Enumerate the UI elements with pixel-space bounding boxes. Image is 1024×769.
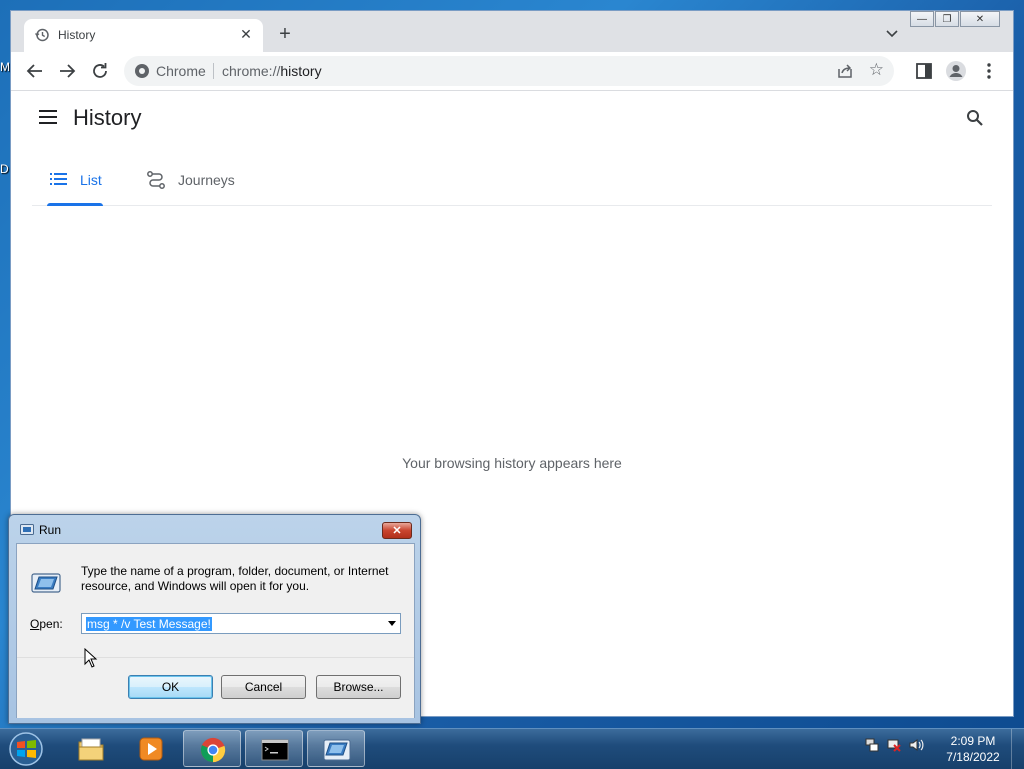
run-close-button[interactable]: ✕ bbox=[382, 522, 412, 539]
profile-avatar-icon[interactable] bbox=[945, 60, 967, 82]
browser-toolbar: Chrome chrome://history ☆ bbox=[11, 52, 1013, 91]
run-body: Type the name of a program, folder, docu… bbox=[16, 543, 415, 718]
window-controls: — ❐ ✕ bbox=[909, 11, 1000, 28]
taskbar-command-prompt[interactable] bbox=[245, 730, 303, 767]
tab-title: History bbox=[58, 28, 96, 42]
forward-arrow-icon[interactable] bbox=[56, 60, 78, 82]
run-title: Run bbox=[39, 523, 62, 537]
chrome-site-icon bbox=[135, 64, 149, 78]
minimize-button[interactable]: — bbox=[910, 11, 934, 27]
back-arrow-icon[interactable] bbox=[24, 60, 46, 82]
clock-date: 7/18/2022 bbox=[946, 750, 1000, 764]
menu-kebab-icon[interactable] bbox=[978, 60, 1000, 82]
desktop-icon-label-2: D bbox=[0, 162, 9, 176]
journeys-icon bbox=[147, 171, 165, 189]
browse-button[interactable]: Browse... bbox=[316, 675, 401, 699]
media-player-icon bbox=[139, 737, 163, 761]
clock-time: 2:09 PM bbox=[950, 734, 996, 748]
reload-icon[interactable] bbox=[89, 60, 111, 82]
mouse-cursor-icon bbox=[84, 648, 98, 668]
ok-button[interactable]: OK bbox=[128, 675, 213, 699]
run-program-icon bbox=[31, 573, 61, 593]
open-label-accelerator: O bbox=[30, 617, 40, 631]
taskbar-chrome[interactable] bbox=[183, 730, 241, 767]
url-text[interactable]: chrome://history bbox=[222, 63, 322, 79]
action-center-icon[interactable] bbox=[864, 737, 880, 753]
list-icon bbox=[50, 173, 67, 185]
system-tray bbox=[864, 737, 924, 761]
cancel-button[interactable]: Cancel bbox=[221, 675, 306, 699]
side-panel-icon[interactable] bbox=[913, 60, 935, 82]
search-icon[interactable] bbox=[966, 109, 984, 127]
open-label-rest: pen: bbox=[39, 617, 63, 631]
tab-history[interactable]: History ✕ bbox=[24, 19, 263, 52]
run-title-icon bbox=[20, 524, 34, 535]
volume-icon[interactable] bbox=[908, 737, 924, 753]
tab-journeys[interactable]: Journeys bbox=[132, 151, 242, 205]
run-icon bbox=[323, 739, 351, 761]
tab-close-icon[interactable]: ✕ bbox=[237, 25, 255, 43]
open-input-value[interactable]: msg * /v Test Message! bbox=[86, 617, 212, 631]
tab-journeys-label: Journeys bbox=[178, 172, 235, 188]
open-label: Open: bbox=[30, 617, 63, 631]
tab-list-label: List bbox=[80, 172, 102, 188]
run-titlebar[interactable]: Run ✕ bbox=[9, 515, 420, 543]
tab-list[interactable]: List bbox=[32, 151, 114, 206]
url-path: history bbox=[280, 63, 322, 79]
taskbar-media-player[interactable] bbox=[122, 730, 180, 767]
active-tab-indicator bbox=[47, 203, 103, 206]
restore-button[interactable]: ❐ bbox=[935, 11, 959, 27]
url-scheme: chrome:// bbox=[222, 63, 281, 79]
address-bar[interactable]: Chrome chrome://history ☆ bbox=[124, 56, 894, 86]
empty-history-message: Your browsing history appears here bbox=[402, 455, 622, 471]
start-orb-icon[interactable] bbox=[6, 731, 46, 767]
taskbar: 2:09 PM 7/18/2022 bbox=[0, 728, 1024, 769]
chrome-icon bbox=[200, 737, 226, 763]
omnibox-separator bbox=[213, 63, 214, 79]
window-close-button[interactable]: ✕ bbox=[960, 11, 1000, 27]
tab-strip: History ✕ + — ❐ ✕ bbox=[11, 11, 1013, 52]
taskbar-file-explorer[interactable] bbox=[62, 730, 120, 767]
page-title: History bbox=[73, 105, 142, 130]
share-icon[interactable] bbox=[836, 62, 854, 80]
dropdown-arrow-icon[interactable] bbox=[388, 621, 396, 626]
history-icon bbox=[35, 28, 49, 42]
site-name: Chrome bbox=[156, 63, 206, 79]
new-tab-button[interactable]: + bbox=[274, 23, 296, 45]
taskbar-run[interactable] bbox=[307, 730, 365, 767]
desktop-icon-label-1: M bbox=[0, 60, 10, 74]
tab-search-chevron-icon[interactable] bbox=[885, 27, 899, 41]
network-disconnected-icon[interactable] bbox=[886, 737, 902, 753]
clock[interactable]: 2:09 PM 7/18/2022 bbox=[940, 733, 1006, 765]
run-dialog: Run ✕ Type the name of a program, folder… bbox=[8, 514, 421, 724]
open-combobox[interactable]: msg * /v Test Message! bbox=[81, 613, 401, 634]
history-tabs: List Journeys bbox=[32, 151, 992, 206]
command-prompt-icon bbox=[261, 739, 289, 761]
folder-icon bbox=[78, 738, 104, 761]
run-description: Type the name of a program, folder, docu… bbox=[81, 564, 389, 593]
show-desktop-button[interactable] bbox=[1011, 729, 1024, 769]
hamburger-menu-icon[interactable] bbox=[39, 110, 57, 124]
bookmark-star-icon[interactable]: ☆ bbox=[869, 61, 884, 79]
